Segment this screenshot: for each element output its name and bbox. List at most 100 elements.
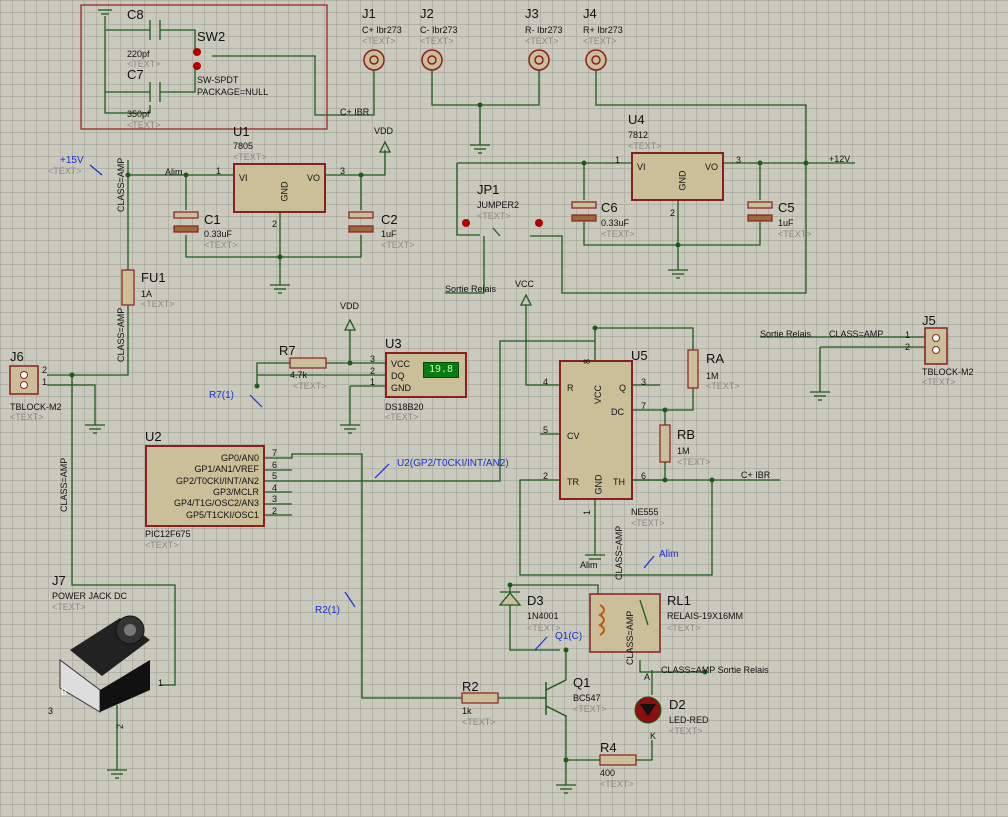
wire-ra-top — [595, 327, 694, 350]
wire-c7-right — [160, 65, 198, 93]
r2-ref: R2 — [462, 679, 479, 694]
u4-pin1-number: 1 — [615, 155, 621, 165]
net-class-amp-relay: CLASS=AMP — [625, 610, 635, 665]
u2-pin7-number: 7 — [272, 448, 278, 458]
u3-pin-gnd: GND — [391, 383, 411, 393]
u1-pin-vi: VI — [239, 173, 248, 183]
rl1-value: RELAIS-19X16MM — [667, 611, 744, 621]
net-sortie-relais-1: Sortie Relais — [445, 284, 497, 294]
d2-pin-k: K — [650, 731, 657, 741]
wire-rb-th — [632, 462, 666, 481]
r4-ref: R4 — [600, 740, 617, 755]
d2-text: <TEXT> — [669, 726, 703, 736]
c5-text: <TEXT> — [778, 229, 812, 239]
ground-icon — [556, 784, 576, 794]
u2-pic: GP0/AN0 GP1/AN1/VREF GP2/T0CKI/INT/AN2 G… — [145, 445, 265, 527]
u5-pin4-number: 4 — [543, 377, 549, 387]
u5-pin-dc: DC — [611, 407, 624, 417]
j7-ref: J7 — [52, 573, 66, 588]
u2-pin6-number: 6 — [272, 460, 278, 470]
ra-text: <TEXT> — [706, 381, 740, 391]
u2-value: PIC12F675 — [145, 529, 191, 539]
jp1-text: <TEXT> — [477, 211, 511, 221]
u2-pin4-number: 4 — [272, 483, 278, 493]
j3-ref: J3 — [525, 6, 539, 21]
j1-jack-inner — [369, 55, 379, 65]
r4-body — [599, 754, 637, 766]
ground-icon — [85, 424, 105, 434]
wire-c8-right — [160, 29, 198, 51]
jp1-pin-icon — [462, 219, 470, 227]
u1-pin1-number: 1 — [216, 166, 222, 176]
u5-pin7-number: 7 — [641, 401, 647, 411]
sw2-pin-icon — [193, 62, 201, 70]
net-alim-1: Alim — [165, 167, 183, 177]
sw2-package: PACKAGE=NULL — [197, 87, 269, 97]
j1-ref: J1 — [362, 6, 376, 21]
j6-text: <TEXT> — [10, 412, 44, 422]
net-r7-1: R7(1) — [209, 390, 235, 401]
c6-bottom-plate — [571, 214, 597, 222]
j2-ref: J2 — [420, 6, 434, 21]
c1-value: 0.33uF — [204, 229, 233, 239]
sw2-value: SW-SPDT — [197, 75, 239, 85]
net-r2-1: R2(1) — [315, 605, 341, 616]
u1-pin-vo: VO — [307, 173, 321, 183]
r7-text: <TEXT> — [293, 381, 327, 391]
c5-value: 1uF — [778, 218, 794, 228]
net-sortie-relais-2: Sortie Relais — [760, 329, 812, 339]
net-plus15v: +15V — [60, 155, 84, 166]
u5-pin-th: TH — [613, 477, 625, 487]
u2-ref: U2 — [145, 429, 162, 444]
c2-value: 1uF — [381, 229, 397, 239]
ground-icon — [340, 424, 360, 434]
r4-text: <TEXT> — [600, 779, 634, 789]
u1-ref: U1 — [233, 124, 250, 139]
sw2-pin-icon — [193, 48, 201, 56]
net-q1-c: Q1(C) — [555, 631, 583, 642]
d2-ref: D2 — [669, 697, 686, 712]
rb-value: 1M — [677, 446, 690, 456]
u2-pin2-number: 2 — [272, 506, 278, 516]
rl1-text: <TEXT> — [667, 623, 701, 633]
u2-pin5-number: 5 — [272, 471, 278, 481]
u2-pin-gp5: GP5/T1CKI/OSC1 — [185, 510, 259, 520]
u4-pin3-number: 3 — [736, 155, 742, 165]
d2-pin-a: A — [644, 672, 651, 682]
c6-value: 0.33uF — [601, 218, 630, 228]
c7-text: <TEXT> — [127, 120, 161, 130]
r7-body — [289, 357, 327, 369]
j1-text: <TEXT> — [362, 36, 396, 46]
j6-pin2-number: 2 — [42, 365, 48, 375]
wire-q1-e — [565, 715, 600, 761]
u2-text: <TEXT> — [145, 540, 179, 550]
j2-jack-inner — [427, 55, 437, 65]
net-overlap-label: CLASS=AMP Sortie Relais — [661, 665, 769, 675]
d3-diode-icon — [498, 591, 522, 606]
u5-pin1-number: 1 — [582, 509, 593, 516]
j5-text: <TEXT> — [922, 377, 956, 387]
vcc-arrow-icon — [519, 293, 533, 306]
d3-ref: D3 — [527, 593, 544, 608]
c2-top-plate — [348, 211, 374, 219]
u5-timer: R VCC Q DC CV TR GND TH — [559, 360, 633, 500]
j5-pin2-number: 2 — [905, 342, 911, 352]
net-class-amp-v1: CLASS=AMP — [116, 157, 126, 212]
u1-regulator: VI VO GND — [233, 163, 326, 213]
net-class-amp-v4: CLASS=AMP — [614, 525, 624, 580]
u3-pin2-number: 2 — [370, 366, 376, 376]
u1-pin2-number: 2 — [272, 219, 278, 229]
ra-value: 1M — [706, 371, 719, 381]
sw2-frame — [80, 4, 328, 130]
wire-gp0-r2 — [265, 453, 462, 699]
u5-pin-r: R — [567, 383, 574, 393]
vdd-arrow-icon — [343, 318, 357, 331]
rb-ref: RB — [677, 427, 696, 442]
net-vcc: VCC — [515, 279, 535, 289]
u1-pin3-number: 3 — [340, 166, 346, 176]
u5-pin2-number: 2 — [543, 471, 549, 481]
jp1-value: JUMPER2 — [477, 200, 520, 210]
u3-pin-dq: DQ — [391, 371, 405, 381]
j7-letter-b: B — [61, 687, 68, 697]
u5-pin6-number: 6 — [641, 471, 647, 481]
